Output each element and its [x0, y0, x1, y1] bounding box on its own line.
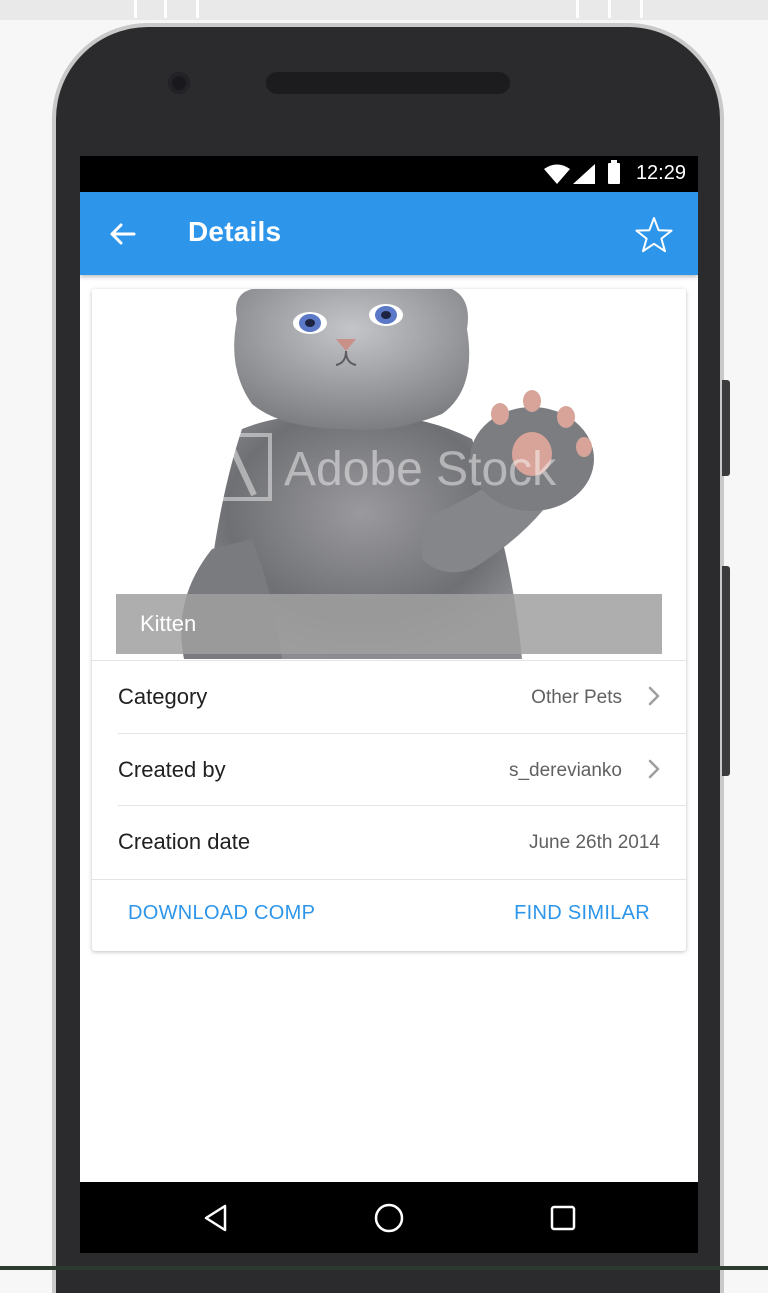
- divider: [92, 879, 686, 880]
- recents-square-icon[interactable]: [545, 1200, 581, 1236]
- app-bar: Details: [80, 192, 698, 275]
- find-similar-button[interactable]: FIND SIMILAR: [514, 902, 650, 925]
- status-bar: 12:29: [80, 156, 698, 192]
- battery-icon: [608, 160, 620, 184]
- status-time: 12:29: [635, 162, 686, 184]
- creation-date-value: June 26th 2014: [528, 832, 660, 853]
- kitten-image[interactable]: Adobe Stock Kitten: [92, 289, 686, 659]
- signal-icon: [573, 164, 595, 184]
- image-caption-bar: Kitten: [116, 594, 662, 654]
- phone-volume-button: [722, 380, 730, 476]
- home-circle-icon[interactable]: [371, 1200, 407, 1236]
- image-caption: Kitten: [140, 611, 197, 636]
- download-comp-button[interactable]: DOWNLOAD COMP: [128, 902, 315, 925]
- created-by-label: Created by: [118, 757, 226, 782]
- system-nav-bar: [80, 1182, 698, 1253]
- creation-date-row: Creation date June 26th 2014: [92, 805, 686, 877]
- strip-tick: [640, 0, 643, 18]
- phone-power-button: [722, 566, 730, 776]
- strip-tick: [134, 0, 137, 18]
- strip-tick: [164, 0, 167, 18]
- creation-date-label: Creation date: [118, 829, 251, 854]
- page-bottom-line: [0, 1266, 768, 1270]
- front-camera: [168, 72, 190, 94]
- category-label: Category: [118, 684, 208, 709]
- strip-tick: [608, 0, 611, 18]
- back-triangle-icon[interactable]: [198, 1200, 234, 1236]
- star-outline-icon[interactable]: [634, 215, 674, 255]
- phone-screen: 12:29 Details Adobe Stock Kitten Categor…: [80, 156, 698, 1253]
- created-by-row[interactable]: Created by s_derevianko: [92, 733, 686, 805]
- browser-top-strip: [0, 0, 768, 20]
- arrow-left-icon[interactable]: [104, 216, 140, 252]
- earpiece-speaker: [266, 72, 510, 94]
- created-by-value: s_derevianko: [508, 760, 622, 781]
- strip-tick: [196, 0, 199, 18]
- chevron-right-icon: [648, 686, 660, 706]
- detail-card: Adobe Stock Kitten Category Other Pets C…: [92, 289, 686, 951]
- strip-tick: [576, 0, 579, 18]
- category-row[interactable]: Category Other Pets: [92, 660, 686, 732]
- wifi-icon: [544, 164, 570, 184]
- watermark-text: Adobe Stock: [284, 443, 557, 496]
- page-title: Details: [188, 216, 282, 247]
- chevron-right-icon: [648, 759, 660, 779]
- category-value: Other Pets: [531, 687, 622, 708]
